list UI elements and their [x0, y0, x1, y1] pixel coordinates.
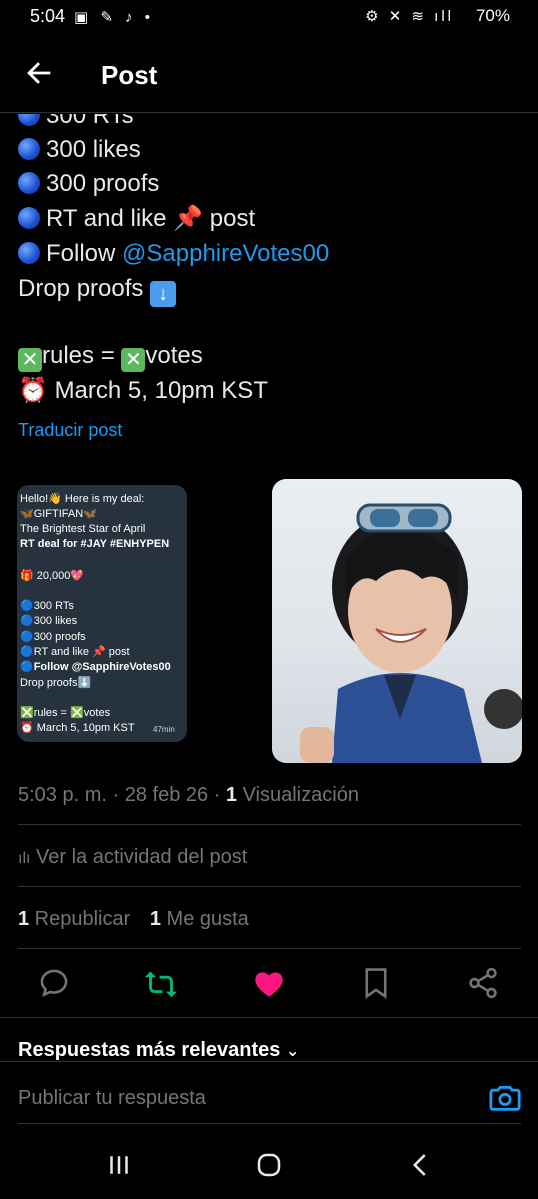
- home-icon[interactable]: [254, 1150, 284, 1180]
- engagement-stats: 1 Republicar 1 Me gusta: [18, 908, 249, 931]
- card-line: Drop proofs⬇️: [20, 677, 92, 689]
- card-line: 🔵300 RTs: [20, 600, 74, 612]
- cross-mark-icon: ✕: [18, 348, 42, 372]
- card-line: The Brightest Star of April: [20, 523, 146, 535]
- card-line: Hello!👋 Here is my deal:: [20, 493, 145, 505]
- pushpin-icon: 📌: [173, 205, 204, 232]
- bar-chart-icon: ılı: [18, 850, 31, 867]
- camera-icon[interactable]: [488, 1081, 522, 1115]
- translate-link[interactable]: Traducir post: [18, 420, 122, 441]
- post-activity-link[interactable]: ılı Ver la actividad del post: [18, 846, 247, 869]
- like-icon-filled[interactable]: [252, 966, 286, 1000]
- bookmark-icon[interactable]: [359, 966, 393, 1000]
- media-image-deal-card[interactable]: Hello!👋 Here is my deal: 🦋GIFTIFAN🦋 The …: [17, 485, 187, 742]
- share-icon[interactable]: [466, 966, 500, 1000]
- reply-input[interactable]: Publicar tu respuesta: [18, 1087, 206, 1110]
- reply-icon[interactable]: [37, 966, 71, 1000]
- header-divider: [0, 112, 538, 113]
- divider: [18, 824, 521, 825]
- recent-apps-icon[interactable]: [104, 1150, 134, 1180]
- notification-icons: ▣ ✎ ♪ •: [74, 9, 154, 26]
- status-bar: 5:04 ▣ ✎ ♪ • ⚙ ✕ ≋ ıll 70%: [0, 0, 538, 34]
- back-nav-icon[interactable]: [406, 1150, 436, 1180]
- replies-sort-dropdown[interactable]: Respuestas más relevantes ⌄: [18, 1039, 299, 1062]
- back-arrow-icon[interactable]: [22, 56, 56, 90]
- tweet-line-rt-like: RT and like 📌 post: [18, 204, 255, 233]
- alarm-clock-icon: ⏰: [18, 377, 48, 404]
- tweet-line-date: ⏰ March 5, 10pm KST: [18, 377, 268, 404]
- divider: [0, 1017, 538, 1018]
- card-line: RT deal for #JAY #ENHYPEN: [20, 538, 170, 550]
- reposts-stat[interactable]: 1 Republicar: [18, 908, 130, 930]
- tweet-line-likes: 300 likes: [18, 136, 141, 164]
- card-time-ago: 47min: [153, 725, 175, 734]
- likes-stat[interactable]: 1 Me gusta: [150, 908, 249, 930]
- card-line: 🔵RT and like 📌 post: [20, 646, 130, 658]
- card-line: 🎁 20,000💖: [20, 570, 85, 582]
- card-line: 🔵300 proofs: [20, 631, 86, 643]
- divider: [18, 886, 521, 887]
- tweet-line-drop: Drop proofs ↓: [18, 275, 177, 307]
- divider: [0, 1061, 538, 1062]
- mention-link[interactable]: @SapphireVotes00: [122, 240, 329, 267]
- blue-circle-icon: [18, 172, 40, 194]
- tweet-line-rules: ✕ rules = ✕ votes: [18, 342, 203, 372]
- portrait-illustration: [300, 503, 522, 763]
- tweet-line-follow: Follow @SapphireVotes00: [18, 240, 329, 268]
- divider: [18, 1123, 521, 1124]
- status-time: 5:04: [30, 6, 66, 26]
- blue-circle-icon: [18, 242, 40, 264]
- blue-circle-icon: [18, 207, 40, 229]
- blue-circle-icon: [18, 114, 40, 126]
- card-line: ❎rules = ❎votes: [20, 707, 111, 719]
- page-title: Post: [101, 60, 158, 90]
- card-line: ⏰ March 5, 10pm KST: [20, 722, 135, 734]
- down-arrow-icon: ↓: [150, 281, 177, 307]
- tweet-line-rts: 300 RTs: [18, 114, 134, 130]
- media-image-photo[interactable]: [272, 479, 522, 763]
- repost-icon[interactable]: [144, 966, 178, 1000]
- battery-level: 70%: [475, 6, 510, 25]
- card-line: 🔵Follow @SapphireVotes00: [20, 661, 171, 673]
- post-timestamp: 5:03 p. m. · 28 feb 26 · 1 Visualización: [18, 784, 359, 806]
- chevron-down-icon: ⌄: [285, 1043, 300, 1060]
- cross-mark-icon: ✕: [121, 348, 146, 372]
- divider: [18, 948, 521, 949]
- blue-circle-icon: [18, 138, 40, 160]
- card-line: 🦋GIFTIFAN🦋: [20, 508, 97, 520]
- tweet-line-proofs: 300 proofs: [18, 170, 159, 198]
- system-icons: ⚙ ✕ ≋ ıll: [365, 8, 454, 25]
- card-line: 🔵300 likes: [20, 615, 78, 627]
